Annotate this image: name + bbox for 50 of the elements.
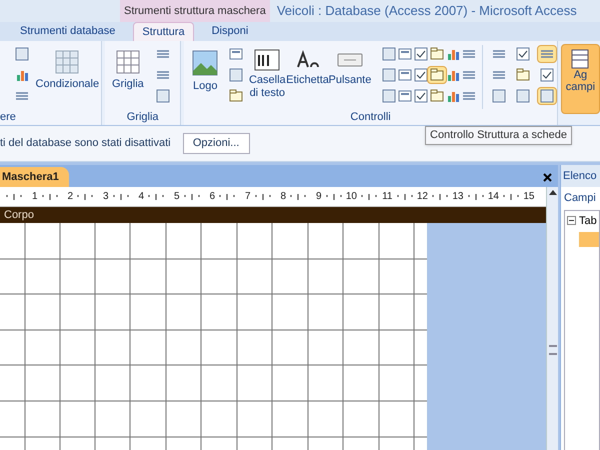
section-header: Corpo (0, 207, 546, 223)
ruler-number: 6 (209, 190, 215, 204)
image-icon (191, 49, 220, 77)
security-message: ti del database sono stati disattivati (0, 136, 171, 152)
contextual-tab-header: Strumenti struttura maschera (120, 0, 270, 22)
add-fields-button[interactable]: Ag campi (560, 44, 600, 114)
text-box-icon (254, 49, 280, 71)
control-tool-icon[interactable] (427, 66, 448, 84)
grid-button[interactable]: Griglia (109, 45, 147, 109)
ruler-number: 12 (416, 190, 428, 204)
document-tab[interactable]: Maschera1 (0, 167, 69, 187)
panel-subtitle: Campi (563, 191, 597, 206)
ruler-number: 11 (382, 190, 392, 204)
tree-item[interactable]: Tab (579, 212, 597, 229)
ruler-number: 13 (452, 190, 464, 204)
ruler-number: 4 (138, 190, 144, 204)
ribbon-tab[interactable]: Disponi (204, 22, 256, 41)
ruler-number: 7 (244, 190, 250, 204)
scroll-thumb-grip[interactable] (548, 345, 557, 355)
scroll-up-icon[interactable] (548, 189, 557, 195)
logo-button[interactable]: Logo (188, 45, 222, 109)
ruler-number: 9 (316, 190, 322, 204)
control-tool-icon[interactable] (536, 45, 557, 63)
ruler-number: 14 (488, 190, 499, 204)
ruler-number: 2 (67, 190, 73, 204)
grid-icon (114, 49, 141, 75)
ruler-number: 15 (523, 190, 534, 204)
table-icon (571, 49, 590, 69)
group-label: Griglia (126, 110, 160, 125)
control-tool-icon[interactable] (536, 87, 557, 105)
group-label: ere (0, 110, 17, 125)
conditional-format-icon (54, 49, 80, 75)
tooltip: Controllo Struttura a schede (425, 126, 572, 145)
push-button-button[interactable]: Pulsante (330, 45, 370, 109)
ruler-number: 1 (32, 190, 38, 204)
ruler-number: 3 (102, 190, 108, 204)
expander-icon[interactable] (567, 216, 576, 226)
ruler-number: 5 (174, 190, 180, 204)
window-title: Veicoli : Database (Access 2007) - Microsoft Access (276, 2, 577, 20)
ribbon-tab[interactable]: Struttura (133, 22, 194, 41)
vertical-scrollbar[interactable] (546, 187, 558, 450)
conditional-format-button[interactable]: Condizionale (34, 45, 101, 109)
ruler-number: 10 (346, 190, 357, 204)
options-button[interactable]: Opzioni... (182, 133, 250, 154)
text-box-button[interactable]: Casella di testo (250, 45, 284, 109)
ribbon-tab[interactable]: Strumenti database (12, 22, 124, 41)
group-label: Controlli (349, 110, 392, 125)
ruler-number: 8 (280, 190, 286, 204)
panel-title: Elenco (561, 165, 600, 187)
label-button[interactable]: Etichetta (288, 45, 327, 109)
